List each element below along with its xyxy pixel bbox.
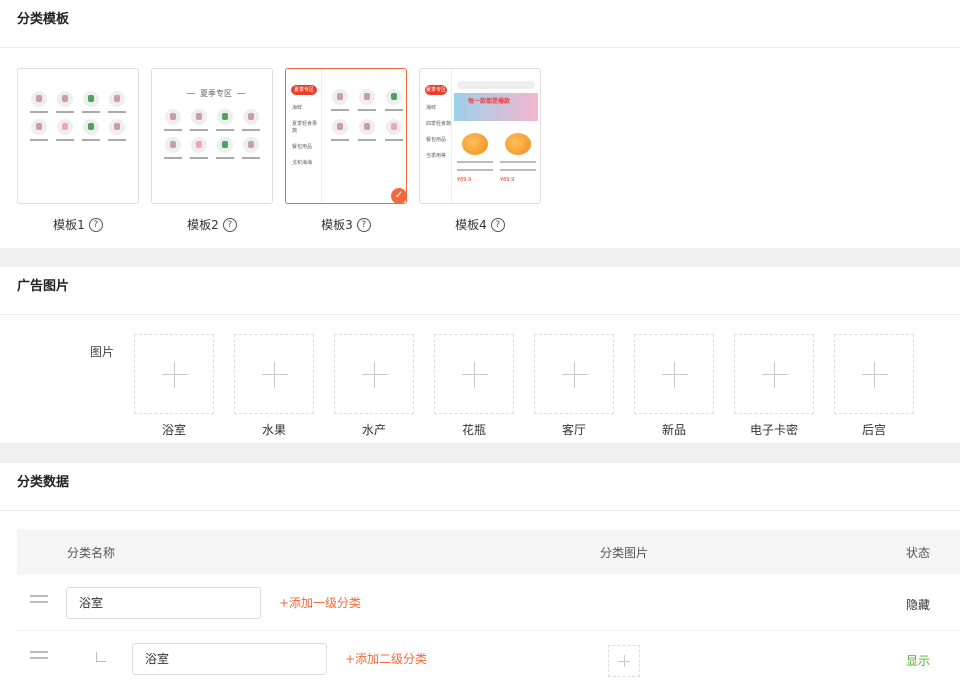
column-header-status: 状态 [905,546,930,560]
template-label: 模板2 ? [151,216,273,233]
preview-heading: 夏季专区 [182,88,250,99]
category-grid-preview [326,89,406,141]
template-label: 模板4 ? [419,216,541,233]
ad-image-section: 广告图片 图片 浴室 水果 水产 花瓶 客厅 新品 电子卡密 后宫 [0,267,960,443]
image-caption: 水果 [261,423,286,437]
question-circle-icon[interactable]: ? [356,217,371,232]
column-header-image: 分类图片 [600,546,649,560]
product-price: ¥89.9 [500,177,515,183]
category-grid-preview [160,109,264,159]
template-preview[interactable]: 夏季专区 海鲜 四季轻食蔬 餐包用品 当季用等 每一款都是爆款 ¥89.9 ¥8… [419,68,541,204]
sidebar-active-item: 夏季专区 [425,85,447,95]
tree-branch-icon [96,652,106,662]
category-data-section: 分类数据 分类名称 分类图片 状态 浴室 +添加一级分类 隐藏 浴室 +添加二级… [0,463,960,684]
template-preview[interactable] [17,68,139,204]
image-upload-plus-icon[interactable] [334,334,414,414]
sidebar-item: 夏季轻食果蔬 [292,121,318,134]
image-field-label: 图片 [90,345,115,359]
status-toggle[interactable]: 显示 [906,652,930,669]
category-name-input[interactable]: 浴室 [66,587,261,619]
image-upload-plus-icon[interactable] [734,334,814,414]
preview-product: ¥89.9 [498,125,538,191]
template-label: 模板3 ? [285,216,407,233]
image-caption: 后宫 [861,423,886,437]
template-section: 分类模板 模板1 ? 夏季专区 模板2 ? 夏季专区 海鲜 夏季轻食果蔬 餐包用… [0,0,960,248]
question-circle-icon[interactable]: ? [88,217,103,232]
image-caption: 浴室 [161,423,186,437]
preview-search-bar [457,81,535,89]
question-circle-icon[interactable]: ? [490,217,505,232]
section-title: 分类数据 [0,463,960,511]
preview-sidebar: 夏季专区 海鲜 四季轻食蔬 餐包用品 当季用等 [420,69,452,203]
template-preview[interactable]: 夏季专区 海鲜 夏季轻食果蔬 餐包用品 戈积海海 ✓ [285,68,407,204]
image-upload-plus-icon[interactable] [634,334,714,414]
image-caption: 客厅 [561,423,586,437]
sidebar-item: 戈积海海 [292,160,313,166]
template-card-3[interactable]: 夏季专区 海鲜 夏季轻食果蔬 餐包用品 戈积海海 ✓ 模板3 ? [285,68,407,233]
banner-text: 每一款都是爆款 [468,98,511,105]
preview-product: ¥89.9 [455,125,495,191]
status-toggle[interactable]: 隐藏 [906,596,930,613]
section-title: 分类模板 [0,0,960,48]
image-upload-plus-icon[interactable] [134,334,214,414]
question-circle-icon[interactable]: ? [222,217,237,232]
image-caption: 电子卡密 [749,423,798,437]
add-level1-category-link[interactable]: +添加一级分类 [279,594,361,611]
preview-sidebar: 夏季专区 海鲜 夏季轻食果蔬 餐包用品 戈积海海 [286,69,322,203]
sidebar-item: 餐包用品 [292,144,313,150]
category-grid-preview [26,91,130,141]
sidebar-item: 当季用等 [426,153,447,159]
image-upload-plus-icon[interactable] [434,334,514,414]
image-caption: 新品 [661,423,686,437]
sidebar-active-item: 夏季专区 [291,85,317,95]
column-header-name: 分类名称 [67,546,116,560]
template-card-2[interactable]: 夏季专区 模板2 ? [151,68,273,233]
template-preview[interactable]: 夏季专区 [151,68,273,204]
template-label: 模板1 ? [17,216,139,233]
image-upload-plus-icon[interactable] [534,334,614,414]
drag-handle-icon[interactable] [30,595,48,603]
section-title: 广告图片 [0,267,960,315]
check-icon: ✓ [391,188,406,203]
image-upload-plus-icon[interactable] [234,334,314,414]
sidebar-item: 四季轻食蔬 [426,121,452,127]
add-level2-category-link[interactable]: +添加二级分类 [345,650,427,667]
template-name: 模板3 [321,218,353,232]
template-name: 模板2 [187,218,219,232]
category-image-plus-icon[interactable] [608,645,640,677]
template-card-1[interactable]: 模板1 ? [17,68,139,233]
orange-image [505,133,531,155]
template-card-4[interactable]: 夏季专区 海鲜 四季轻食蔬 餐包用品 当季用等 每一款都是爆款 ¥89.9 ¥8… [419,68,541,233]
template-name: 模板4 [455,218,487,232]
template-name: 模板1 [53,218,85,232]
table-row: 浴室 +添加二级分类 显示 [17,631,960,684]
image-upload-plus-icon[interactable] [834,334,914,414]
image-caption: 花瓶 [461,423,486,437]
image-caption: 水产 [361,423,386,437]
preview-banner: 每一款都是爆款 [454,93,538,121]
product-price: ¥89.9 [457,177,472,183]
sidebar-item: 海鲜 [426,105,437,111]
drag-handle-icon[interactable] [30,651,48,659]
orange-image [462,133,488,155]
category-name-input[interactable]: 浴室 [132,643,327,675]
sidebar-item: 海鲜 [292,105,303,111]
sidebar-item: 餐包用品 [426,137,447,143]
table-row: 浴室 +添加一级分类 隐藏 [17,575,960,631]
table-header: 分类名称 分类图片 状态 [17,529,960,575]
